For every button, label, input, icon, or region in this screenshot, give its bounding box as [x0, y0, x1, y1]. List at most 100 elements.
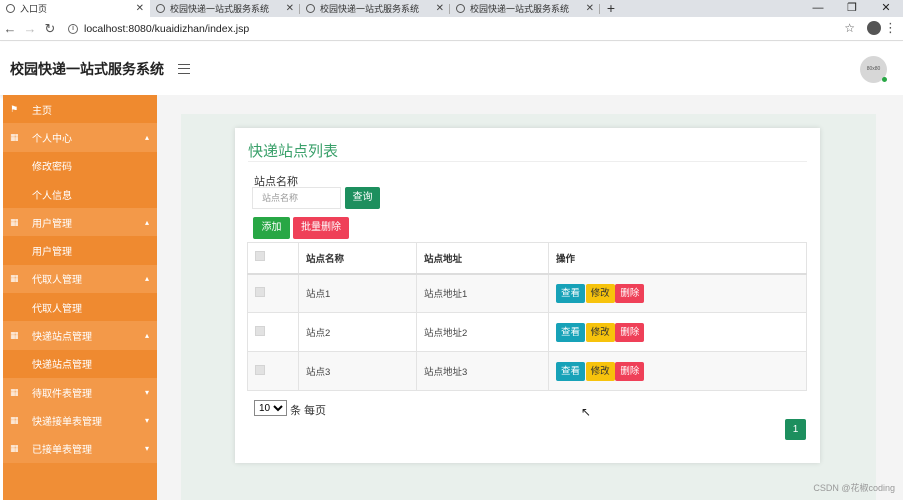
restore-icon[interactable]: ❐: [835, 0, 869, 17]
sidebar-item-label: 用户管理: [32, 247, 72, 259]
row-select-cell: [247, 312, 299, 352]
browser-tab-3[interactable]: 校园快递一站式服务系统 ✕: [450, 0, 600, 17]
row-checkbox[interactable]: [255, 364, 265, 375]
sidebar-item-user-management-sub[interactable]: 用户管理: [3, 236, 157, 265]
sidebar-item-proxy-management[interactable]: ▦ 代取人管理 ▴: [3, 264, 157, 294]
sidebar-item-label: 用户管理: [32, 218, 72, 230]
globe-icon: [156, 4, 165, 13]
divider: [248, 161, 807, 162]
view-button[interactable]: 查看: [556, 322, 586, 342]
close-icon[interactable]: ✕: [586, 3, 594, 14]
column-header-actions: 操作: [548, 242, 807, 275]
grid-icon: ▦: [10, 414, 19, 425]
menu-kebab-icon[interactable]: ⋮: [884, 20, 897, 36]
bookmark-star-icon[interactable]: ☆: [844, 21, 855, 35]
sidebar-item-order-taking[interactable]: ▦ 快递接单表管理 ▾: [3, 406, 157, 435]
tab-title: 校园快递一站式服务系统: [320, 4, 420, 14]
info-icon[interactable]: i: [68, 23, 78, 34]
flag-icon: ⚑: [10, 103, 19, 114]
tab-title: 入口页: [20, 4, 48, 14]
actions-cell: 查看 修改 删除: [548, 312, 807, 352]
batch-delete-button[interactable]: 批量删除: [293, 217, 349, 239]
sidebar-item-label: 快递站点管理: [32, 332, 92, 344]
station-address-cell: 站点地址1: [416, 273, 549, 313]
sidebar-item-personal-center[interactable]: ▦ 个人中心 ▴: [3, 123, 157, 152]
url-text: localhost:8080/kuaidizhan/index.jsp: [84, 22, 250, 35]
sidebar-item-station-management-sub[interactable]: 快递站点管理: [3, 349, 157, 378]
sidebar-item-home[interactable]: ⚑ 主页: [3, 95, 157, 124]
row-checkbox[interactable]: [255, 286, 265, 297]
column-header-name: 站点名称: [298, 242, 417, 275]
actions-cell: 查看 修改 删除: [548, 273, 807, 313]
delete-button[interactable]: 删除: [615, 283, 645, 303]
tab-title: 校园快递一站式服务系统: [470, 4, 570, 14]
edit-button[interactable]: 修改: [585, 322, 615, 342]
address-bar: ← → ↻ i localhost:8080/kuaidizhan/index.…: [0, 17, 903, 41]
reload-icon[interactable]: ↻: [40, 21, 60, 37]
column-header-address: 站点地址: [416, 242, 549, 275]
back-icon[interactable]: ←: [0, 21, 20, 36]
sidebar-item-label: 已接单表管理: [32, 445, 92, 457]
page-1-button[interactable]: 1: [785, 419, 806, 440]
grid-icon: ▦: [10, 216, 19, 227]
online-status-dot: [882, 77, 887, 82]
table-row: 站点2 站点地址2 查看 修改 删除: [247, 312, 807, 352]
row-select-cell: [247, 351, 299, 391]
chevron-up-icon: ▴: [144, 274, 149, 284]
grid-icon: ▦: [10, 443, 19, 454]
delete-button[interactable]: 删除: [615, 361, 645, 381]
page-size-select[interactable]: 10: [254, 400, 287, 416]
hamburger-menu-icon[interactable]: [178, 63, 190, 74]
station-table: 站点名称 站点地址 操作 站点1 站点地址1 查看 修改 删除 站点2 站点地址…: [247, 242, 807, 391]
profile-icon[interactable]: [867, 21, 881, 35]
station-name-cell: 站点2: [298, 312, 417, 352]
station-address-cell: 站点地址2: [416, 312, 549, 352]
view-button[interactable]: 查看: [556, 361, 586, 381]
chevron-up-icon: ▴: [144, 217, 149, 227]
view-button[interactable]: 查看: [556, 283, 586, 303]
avatar[interactable]: 80x80: [860, 56, 887, 83]
window-close-icon[interactable]: ✕: [869, 0, 903, 17]
close-icon[interactable]: ✕: [136, 3, 144, 14]
forward-icon[interactable]: →: [20, 21, 40, 36]
sidebar-item-label: 快递站点管理: [32, 360, 92, 372]
sidebar-item-personal-info[interactable]: 个人信息: [3, 179, 157, 209]
browser-tab-2[interactable]: 校园快递一站式服务系统 ✕: [300, 0, 450, 17]
close-icon[interactable]: ✕: [436, 3, 444, 14]
browser-tab-0[interactable]: 入口页 ✕: [0, 0, 150, 17]
row-checkbox[interactable]: [255, 325, 265, 336]
sidebar-item-label: 主页: [32, 105, 52, 117]
page-size-label: 条 每页: [290, 405, 327, 417]
sidebar: ⚑ 主页 ▦ 个人中心 ▴ 修改密码 个人信息 ▦ 用户管理 ▴ 用户管理 ▦ …: [3, 95, 157, 500]
minimize-icon[interactable]: —: [801, 0, 835, 17]
browser-tab-1[interactable]: 校园快递一站式服务系统 ✕: [150, 0, 300, 17]
actions-cell: 查看 修改 删除: [548, 351, 807, 391]
sidebar-item-label: 个人中心: [32, 133, 72, 145]
sidebar-item-taken-orders[interactable]: ▦ 已接单表管理 ▾: [3, 434, 157, 463]
sidebar-item-proxy-management-sub[interactable]: 代取人管理: [3, 293, 157, 322]
grid-icon: ▦: [10, 386, 19, 397]
select-all-checkbox[interactable]: [255, 251, 265, 262]
row-select-cell: [247, 273, 299, 313]
chevron-down-icon: ▾: [144, 387, 149, 397]
sidebar-item-pending-pickup[interactable]: ▦ 待取件表管理 ▾: [3, 377, 157, 407]
app-title: 校园快递一站式服务系统: [10, 60, 164, 77]
edit-button[interactable]: 修改: [585, 361, 615, 381]
sidebar-item-station-management[interactable]: ▦ 快递站点管理 ▴: [3, 321, 157, 350]
new-tab-button[interactable]: +: [600, 0, 622, 17]
browser-tab-bar: 入口页 ✕ 校园快递一站式服务系统 ✕ 校园快递一站式服务系统 ✕ 校园快递一站…: [0, 0, 903, 17]
edit-button[interactable]: 修改: [585, 283, 615, 303]
add-button[interactable]: 添加: [253, 217, 290, 239]
delete-button[interactable]: 删除: [615, 322, 645, 342]
close-icon[interactable]: ✕: [286, 3, 294, 14]
sidebar-item-user-management[interactable]: ▦ 用户管理 ▴: [3, 208, 157, 237]
url-field[interactable]: i localhost:8080/kuaidizhan/index.jsp: [68, 23, 249, 35]
globe-icon: [6, 4, 15, 13]
station-name-search-input[interactable]: [252, 187, 341, 209]
grid-icon: ▦: [10, 273, 19, 284]
window-controls: — ❐ ✕: [801, 0, 903, 17]
query-button[interactable]: 查询: [345, 187, 380, 209]
app-header: 校园快递一站式服务系统 80x80: [0, 42, 903, 95]
sidebar-item-change-password[interactable]: 修改密码: [3, 151, 157, 180]
watermark: CSDN @花椒coding: [813, 483, 895, 493]
